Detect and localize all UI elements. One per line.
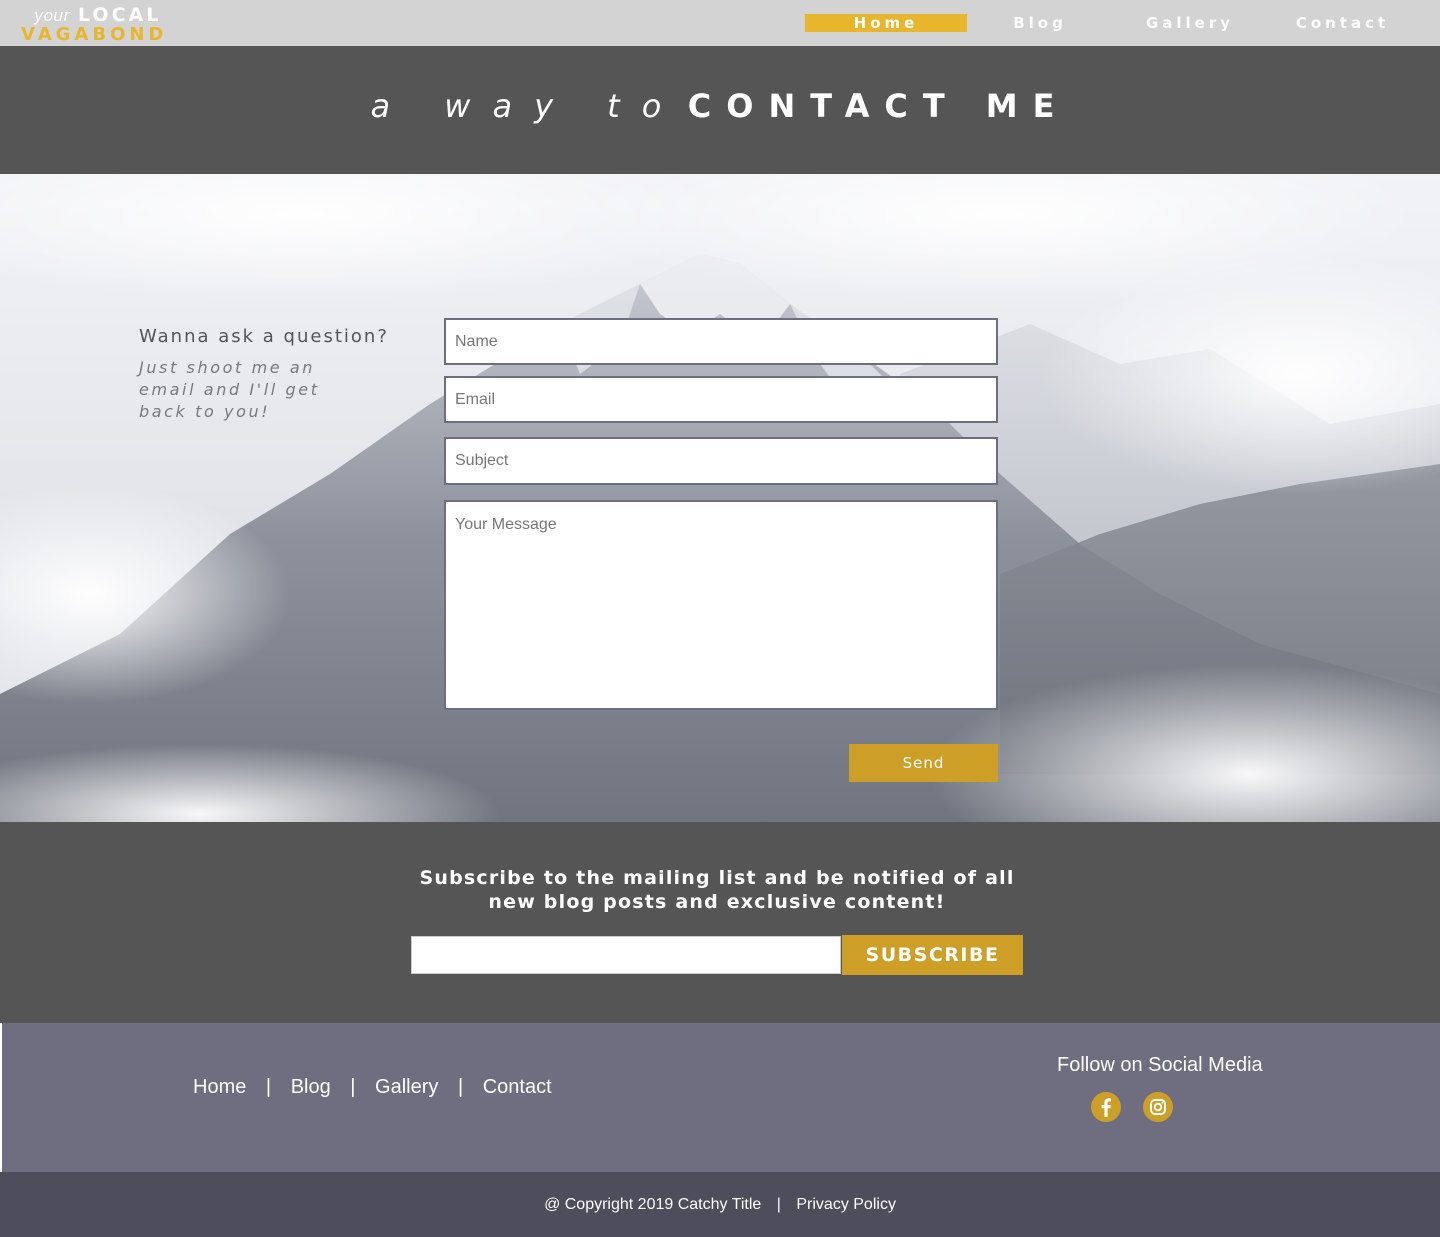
hero-lead: a way to [370, 87, 684, 125]
logo-vagabond: VAGABOND [21, 24, 168, 45]
mountain-background [0, 174, 1440, 822]
contact-section: Wanna ask a question? Just shoot me an e… [0, 174, 1440, 822]
subscribe-section: Subscribe to the mailing list and be not… [0, 822, 1440, 1023]
nav-contact[interactable]: Contact [1280, 14, 1405, 32]
footer-separator: | [265, 1076, 272, 1098]
subscribe-email-input[interactable] [411, 936, 841, 974]
follow-label: Follow on Social Media [1057, 1054, 1263, 1076]
name-field[interactable] [444, 318, 998, 365]
hero-title: CONTACT ME [687, 87, 1070, 125]
nav-gallery[interactable]: Gallery [1130, 14, 1250, 32]
logo-local: LOCAL [78, 4, 162, 26]
message-field[interactable] [444, 500, 998, 710]
hero-heading: a way to CONTACT ME [0, 87, 1440, 125]
footer-link-gallery[interactable]: Gallery [375, 1076, 438, 1099]
footer-separator: | [350, 1076, 356, 1098]
question-subtitle: Just shoot me an email and I'll get back… [139, 358, 320, 421]
copyright-bar: @ Copyright 2019 Catchy Title | Privacy … [0, 1172, 1440, 1237]
footer-separator: | [457, 1076, 464, 1098]
hero-banner: a way to CONTACT ME [0, 46, 1440, 174]
footer-link-blog[interactable]: Blog [291, 1076, 331, 1099]
send-button[interactable]: Send [849, 744, 998, 782]
instagram-icon[interactable] [1143, 1092, 1173, 1122]
copyright-line: @ Copyright 2019 Catchy Title | Privacy … [0, 1196, 1440, 1214]
footer-link-home[interactable]: Home [193, 1076, 246, 1099]
logo-your: your [34, 6, 70, 25]
copyright-separator: | [776, 1196, 781, 1213]
site-logo[interactable]: your LOCAL VAGABOND [20, 3, 180, 45]
top-navbar: your LOCAL VAGABOND Home Blog Gallery Co… [0, 0, 1440, 46]
copyright-text: @ Copyright 2019 Catchy Title [544, 1196, 762, 1213]
nav-blog[interactable]: Blog [990, 14, 1090, 32]
footer: Home | Blog | Gallery | Contact Follow o… [0, 1023, 1440, 1172]
subscribe-button[interactable]: SUBSCRIBE [842, 935, 1023, 975]
privacy-policy-link[interactable]: Privacy Policy [796, 1196, 896, 1213]
subject-field[interactable] [444, 437, 998, 485]
footer-link-contact[interactable]: Contact [483, 1076, 552, 1099]
nav-home[interactable]: Home [805, 14, 967, 32]
subscribe-text: Subscribe to the mailing list and be not… [419, 867, 1015, 913]
email-field[interactable] [444, 376, 998, 423]
footer-links: Home | Blog | Gallery | Contact [193, 1076, 552, 1099]
facebook-icon[interactable] [1091, 1092, 1121, 1122]
question-heading: Wanna ask a question? [139, 326, 389, 347]
